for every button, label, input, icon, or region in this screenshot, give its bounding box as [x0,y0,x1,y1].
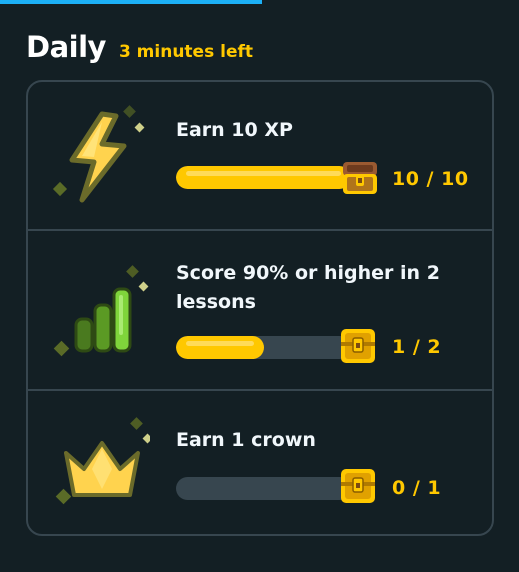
quest-progress-bar [176,166,351,189]
daily-quests-card: Earn 10 XP 10 / 10 Score 90% or higher i… [26,80,494,536]
progress-fill [176,336,264,359]
open-treasure-chest-icon[interactable] [341,158,379,196]
quest-item[interactable]: Earn 1 crown 0 / 1 [28,389,492,536]
progress-fill [176,166,351,189]
treasure-chest-icon[interactable] [339,327,377,365]
quest-progress-count: 0 / 1 [392,477,442,499]
crown-icon [50,413,153,523]
quest-label: Earn 1 crown [176,429,316,451]
daily-quests-header: Daily 3 minutes left [26,30,253,64]
quest-item[interactable]: Earn 10 XP 10 / 10 [28,82,492,229]
treasure-chest-icon[interactable] [339,467,377,505]
quest-progress-count: 1 / 2 [392,336,442,358]
quest-label: Score 90% or higher in 2 lessons [176,262,440,313]
quest-progress-bar [176,477,351,500]
section-title: Daily [26,30,106,64]
top-accent-bar [0,0,262,4]
quest-item[interactable]: Score 90% or higher in 2 lessons 1 / 2 [28,229,492,391]
quest-label: Earn 10 XP [176,119,293,141]
lightning-bolt-icon [50,102,150,212]
signal-bars-icon [50,259,150,369]
time-remaining: 3 minutes left [118,42,254,62]
quest-progress-bar [176,336,351,359]
quest-progress-count: 10 / 10 [392,168,469,190]
